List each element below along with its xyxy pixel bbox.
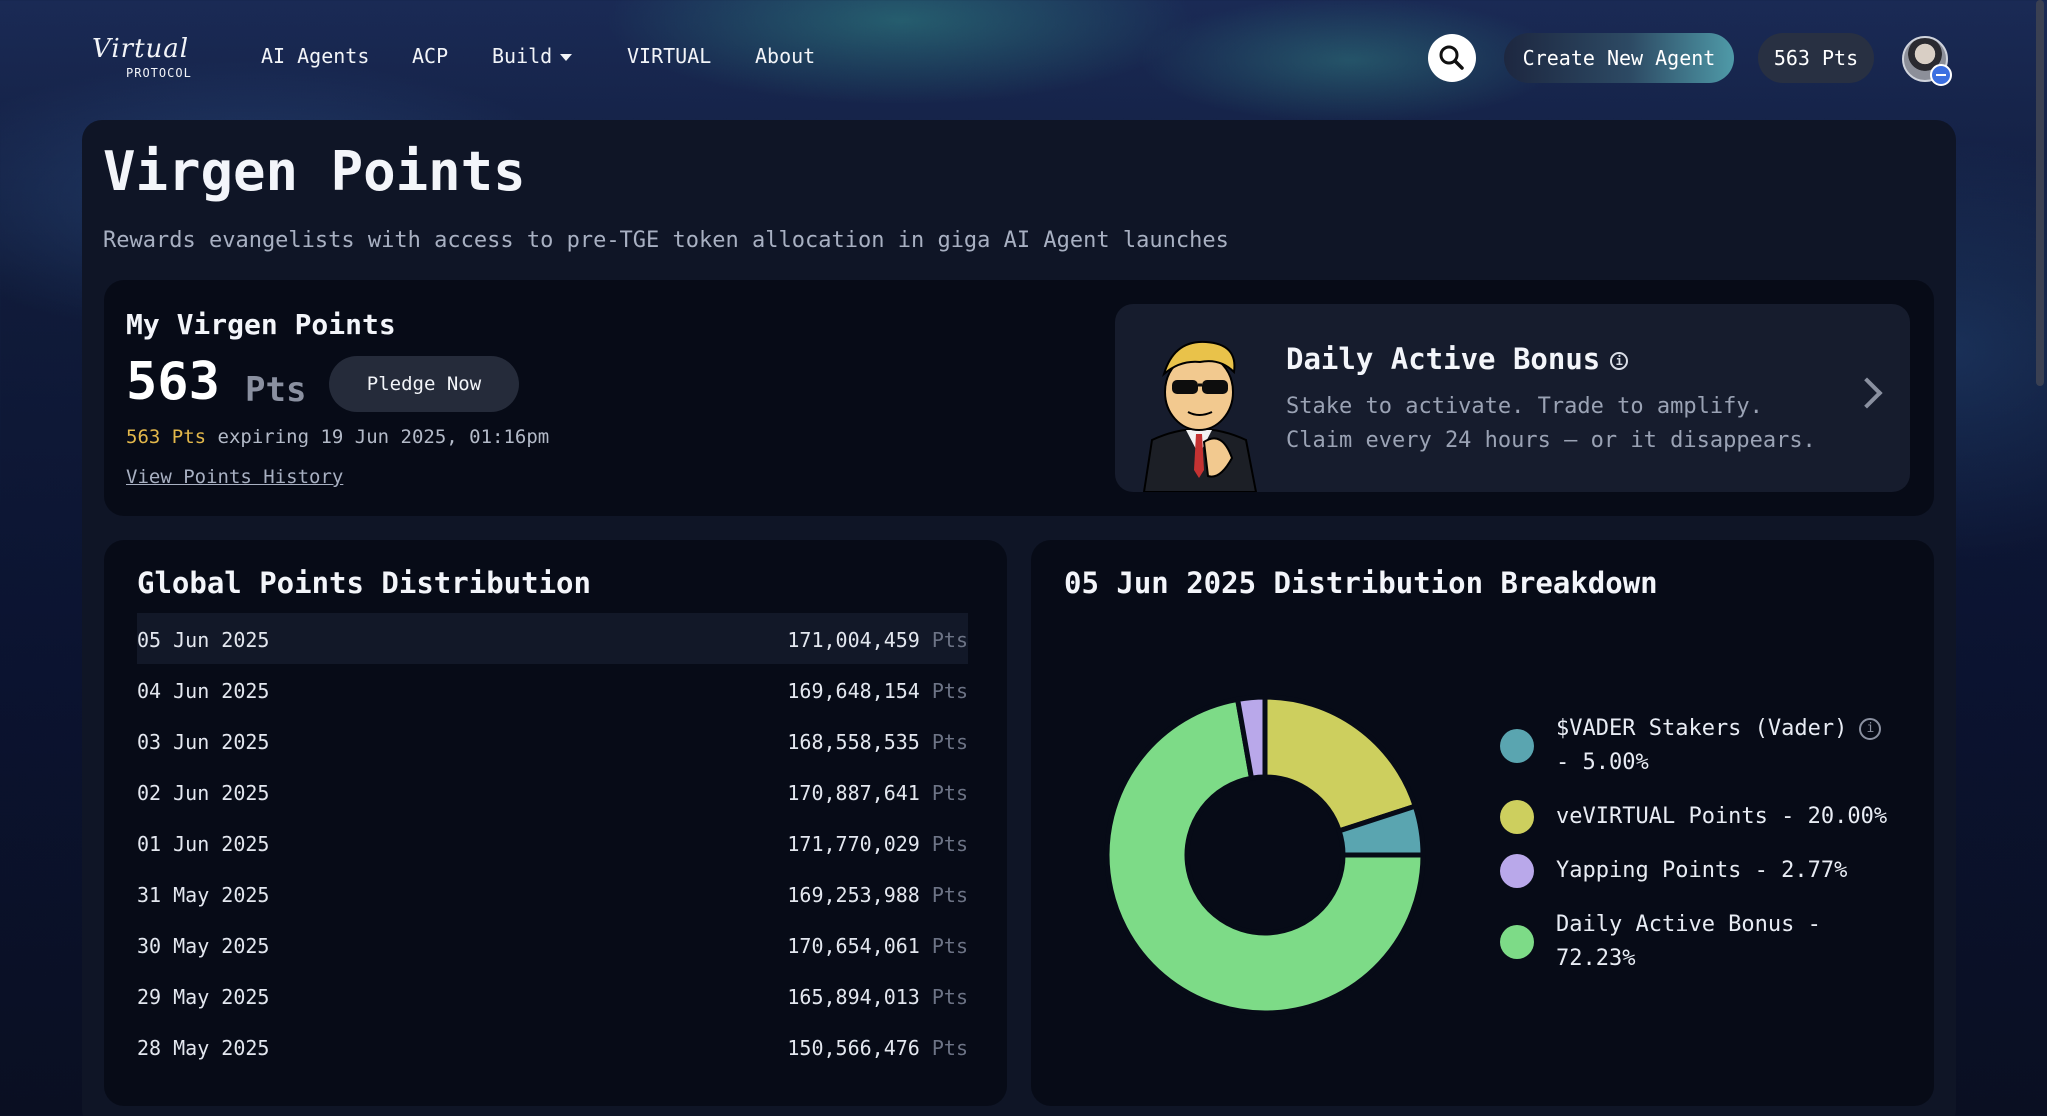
view-points-history-link[interactable]: View Points History [126,466,343,488]
legend-label: veVIRTUAL Points - 20.00% [1556,804,1888,829]
breakdown-title: 05 Jun 2025 Distribution Breakdown [1064,566,1658,600]
daily-active-bonus-title: Daily Active Bonus i [1286,342,1629,376]
search-button[interactable] [1428,34,1476,82]
row-date: 31 May 2025 [137,883,270,907]
expiring-points-amount: 563 Pts [126,426,207,448]
daily-active-bonus-desc-2: Claim every 24 hours — or it disappears. [1286,428,1816,453]
legend-label-percent: 72.23% [1556,946,1636,971]
row-unit: Pts [931,832,968,856]
virtual-protocol-logo[interactable]: Virtual PROTOCOL [92,34,222,84]
table-row[interactable]: 28 May 2025 150,566,476 Pts [137,1021,968,1072]
logo-subtitle: PROTOCOL [126,66,192,80]
legend-item-vader-stakers[interactable]: $VADER Stakers (Vader) i - 5.00% [1500,712,1920,780]
row-date: 29 May 2025 [137,985,270,1009]
row-date: 01 Jun 2025 [137,832,270,856]
legend-label: $VADER Stakers (Vader) [1556,716,1848,741]
search-icon [1439,45,1464,70]
legend-label-percent: - 5.00% [1556,750,1649,775]
legend-item-yapping-points[interactable]: Yapping Points - 2.77% [1500,854,1920,888]
table-row[interactable]: 02 Jun 2025 170,887,641 Pts [137,766,968,817]
row-value-number: 169,648,154 [787,679,920,703]
wojak-mascot-icon [1142,340,1258,492]
row-value-number: 171,770,029 [787,832,920,856]
page-scrollbar[interactable] [2036,0,2044,386]
my-points-title: My Virgen Points [126,308,396,341]
table-row[interactable]: 31 May 2025 169,253,988 Pts [137,868,968,919]
row-unit: Pts [931,679,968,703]
distribution-table: 05 Jun 2025 171,004,459 Pts 04 Jun 2025 16… [137,613,968,1072]
row-value-number: 170,654,061 [787,934,920,958]
page-title: Virgen Points [103,140,526,203]
nav-link-build[interactable]: Build [492,44,573,68]
legend-swatch [1500,800,1534,834]
row-value: 169,648,154 Pts [787,679,968,703]
row-value-number: 150,566,476 [787,1036,920,1060]
global-distribution-title: Global Points Distribution [137,566,591,600]
info-icon[interactable]: i [1859,718,1882,740]
top-navbar: Virtual PROTOCOL AI Agents ACP Build VIR… [0,0,2047,116]
daily-active-bonus-title-text: Daily Active Bonus [1286,342,1601,376]
row-value-number: 170,887,641 [787,781,920,805]
row-value: 171,770,029 Pts [787,832,968,856]
legend-label: Daily Active Bonus - [1556,912,1821,937]
row-value-number: 168,558,535 [787,730,920,754]
table-row[interactable]: 03 Jun 2025 168,558,535 Pts [137,715,968,766]
legend-swatch [1500,854,1534,888]
row-value-number: 169,253,988 [787,883,920,907]
row-unit: Pts [931,628,968,652]
create-new-agent-button[interactable]: Create New Agent [1504,33,1734,83]
row-unit: Pts [931,985,968,1009]
expiring-points-line: 563 Pts expiring 19 Jun 2025, 01:16pm [126,426,549,448]
row-date: 28 May 2025 [137,1036,270,1060]
legend-swatch [1500,729,1534,763]
pledge-now-button[interactable]: Pledge Now [329,356,519,412]
row-unit: Pts [931,934,968,958]
legend-label: Yapping Points - 2.77% [1556,858,1848,883]
legend-item-daily-active-bonus[interactable]: Daily Active Bonus - 72.23% [1500,908,1920,976]
nav-link-virtual[interactable]: VIRTUAL [627,44,711,68]
expiring-points-text: expiring 19 Jun 2025, 01:16pm [206,426,550,448]
my-points-unit: Pts [245,370,307,410]
row-value: 169,253,988 Pts [787,883,968,907]
table-row[interactable]: 29 May 2025 165,894,013 Pts [137,970,968,1021]
minus-badge-icon [1930,64,1952,86]
row-value-number: 165,894,013 [787,985,920,1009]
page-subtitle: Rewards evangelists with access to pre-T… [103,228,1229,253]
row-unit: Pts [931,1036,968,1060]
nav-link-ai-agents[interactable]: AI Agents [261,44,369,68]
my-points-value: 563 [126,352,220,412]
nav-link-build-label: Build [492,44,553,68]
table-row[interactable]: 01 Jun 2025 171,770,029 Pts [137,817,968,868]
info-icon[interactable]: i [1610,352,1629,370]
nav-link-acp[interactable]: ACP [412,44,448,68]
row-value: 168,558,535 Pts [787,730,968,754]
row-value: 171,004,459 Pts [787,628,968,652]
table-row[interactable]: 04 Jun 2025 169,648,154 Pts [137,664,968,715]
row-date: 03 Jun 2025 [137,730,270,754]
table-row[interactable]: 30 May 2025 170,654,061 Pts [137,919,968,970]
row-date: 02 Jun 2025 [137,781,270,805]
row-unit: Pts [931,883,968,907]
logo-script: Virtual [92,34,190,64]
breakdown-legend: $VADER Stakers (Vader) i - 5.00% veVIRTUA… [1500,712,1920,996]
points-balance-button[interactable]: 563 Pts [1758,33,1874,83]
row-date: 05 Jun 2025 [137,628,270,652]
row-value: 150,566,476 Pts [787,1036,968,1060]
row-value: 170,887,641 Pts [787,781,968,805]
row-date: 30 May 2025 [137,934,270,958]
row-value: 170,654,061 Pts [787,934,968,958]
row-value-number: 171,004,459 [787,628,920,652]
table-row[interactable]: 05 Jun 2025 171,004,459 Pts [137,613,968,664]
row-unit: Pts [931,781,968,805]
row-unit: Pts [931,730,968,754]
slice-vevirtual-points[interactable] [1262,694,1419,835]
breakdown-donut-chart [1104,694,1426,1016]
nav-link-about[interactable]: About [755,44,815,68]
daily-active-bonus-desc-1: Stake to activate. Trade to amplify. [1286,394,1763,419]
legend-swatch [1500,925,1534,959]
row-date: 04 Jun 2025 [137,679,270,703]
chevron-down-icon [560,54,573,61]
row-value: 165,894,013 Pts [787,985,968,1009]
legend-item-vevirtual-points[interactable]: veVIRTUAL Points - 20.00% [1500,800,1920,834]
